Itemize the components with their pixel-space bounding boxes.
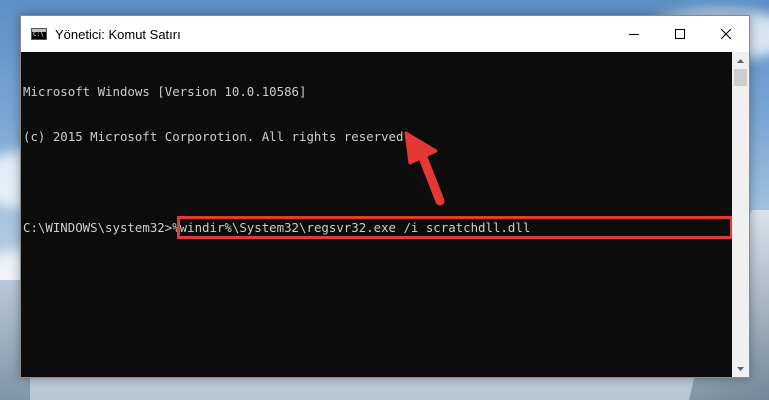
chevron-down-icon [737,366,744,371]
console-output[interactable]: Microsoft Windows [Version 10.0.10586] (… [21,52,733,377]
maximize-button[interactable] [657,16,703,52]
scroll-up-button[interactable] [732,52,749,69]
window-title: Yönetici: Komut Satırı [55,26,181,42]
minimize-button[interactable] [611,16,657,52]
chevron-up-icon [737,58,744,63]
console-prompt: C:\WINDOWS\system32> [23,220,173,235]
console-line: (c) 2015 Microsoft Corporotion. All righ… [23,129,411,144]
console-client-area[interactable]: Microsoft Windows [Version 10.0.10586] (… [21,52,749,377]
vertical-scrollbar[interactable] [732,52,749,377]
close-button[interactable] [703,16,749,52]
title-bar[interactable]: Yönetici: Komut Satırı [21,16,749,52]
window-controls [611,16,749,52]
scroll-down-button[interactable] [732,360,749,377]
command-line[interactable]: C:\WINDOWS\system32> %windir%\System32\re… [23,216,733,239]
close-icon [721,29,731,39]
minimize-icon [629,34,639,35]
command-highlight-box [177,216,733,239]
command-prompt-window: Yönetici: Komut Satırı Microsoft [20,15,750,378]
maximize-icon [675,29,685,39]
scroll-thumb[interactable] [734,69,747,86]
cmd-icon [31,28,47,40]
console-line: Microsoft Windows [Version 10.0.10586] [23,84,307,99]
pointer-arrow-icon [404,131,445,206]
